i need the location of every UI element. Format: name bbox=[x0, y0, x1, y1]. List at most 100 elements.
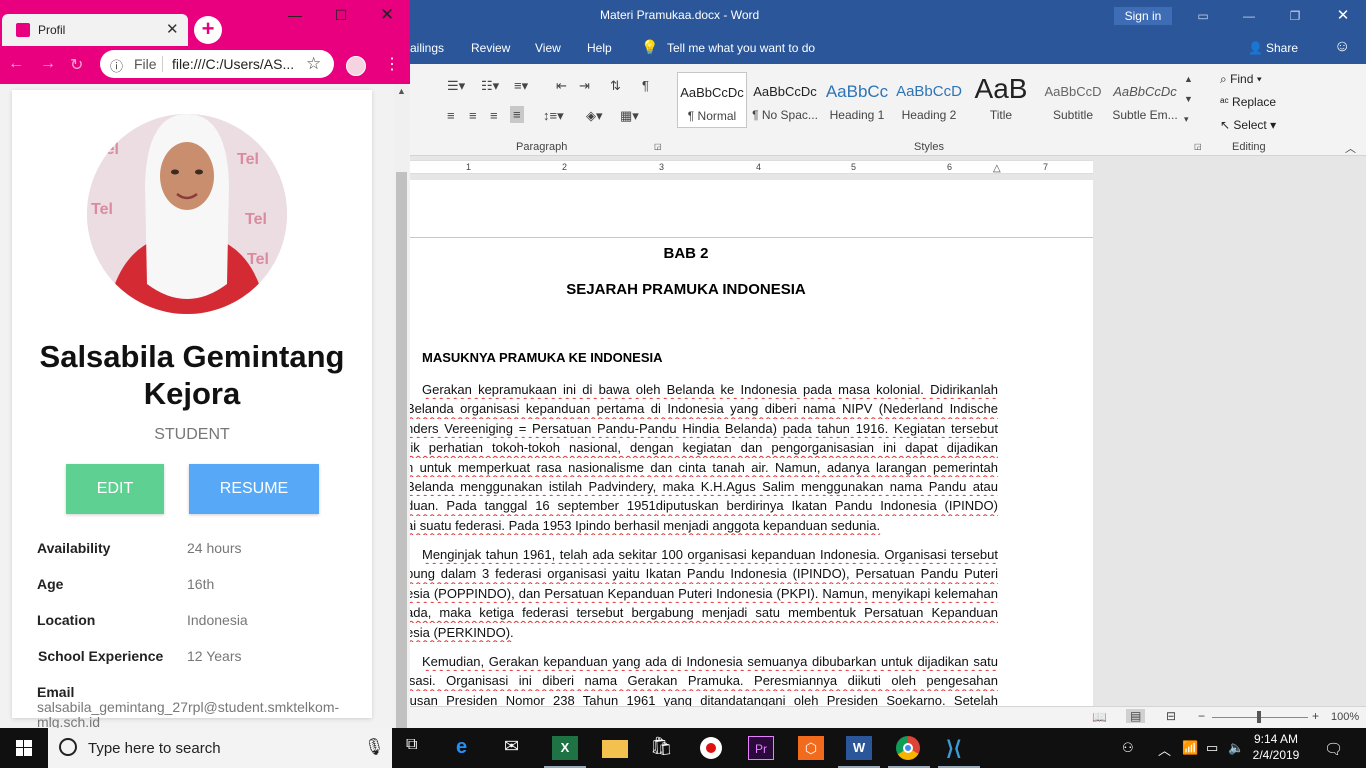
resume-button[interactable]: RESUME bbox=[189, 464, 319, 514]
maximize-button[interactable]: ☐ bbox=[318, 0, 364, 32]
horizontal-ruler[interactable]: 1 2 3 4 5 6 7 △ bbox=[410, 160, 1093, 174]
document-page[interactable]: BAB 2 SEJARAH PRAMUKA INDONESIA MASUKNYA… bbox=[410, 180, 1093, 706]
style-heading-1[interactable]: AaBbCc Heading 1 bbox=[822, 72, 892, 128]
scrollbar[interactable]: ▲ bbox=[394, 84, 409, 728]
vscode-icon[interactable]: ⟩⟨ bbox=[946, 736, 972, 760]
wifi-icon[interactable]: 📶 bbox=[1182, 740, 1198, 756]
store-icon[interactable]: 🛍 bbox=[650, 736, 676, 760]
style-name: Heading 1 bbox=[829, 108, 885, 122]
scrollbar-thumb[interactable] bbox=[396, 172, 407, 728]
align-center-icon[interactable]: ≡ bbox=[469, 108, 477, 123]
tab-title: Profil bbox=[38, 23, 66, 37]
align-left-icon[interactable]: ≡ bbox=[447, 108, 455, 123]
multilevel-list-icon[interactable]: ≡▾ bbox=[514, 78, 528, 94]
minimize-button[interactable]: — bbox=[1226, 0, 1272, 32]
forward-icon[interactable]: → bbox=[40, 55, 56, 73]
tab-view[interactable]: View bbox=[535, 41, 561, 55]
bullets-icon[interactable]: ☰▾ bbox=[447, 78, 465, 94]
zoom-level[interactable]: 100% bbox=[1331, 711, 1359, 723]
page-divider bbox=[410, 237, 1093, 238]
style-subtle-emphasis[interactable]: AaBbCcDc Subtle Em... bbox=[1110, 72, 1180, 128]
numbering-icon[interactable]: ☷▾ bbox=[481, 78, 499, 94]
close-tab-icon[interactable]: ✕ bbox=[166, 20, 179, 38]
edge-icon[interactable]: e bbox=[456, 736, 482, 760]
find-button[interactable]: ⌕ Find ▾ bbox=[1220, 72, 1262, 87]
ribbon-display-icon[interactable]: ▭ bbox=[1180, 0, 1226, 32]
close-button[interactable]: ✕ bbox=[1320, 0, 1366, 32]
url-text[interactable]: file:///C:/Users/AS... bbox=[172, 56, 294, 72]
style-normal[interactable]: AaBbCcDc ¶ Normal bbox=[677, 72, 747, 128]
word-icon[interactable]: W bbox=[846, 736, 872, 760]
chrome-icon[interactable] bbox=[896, 736, 920, 760]
tab-review[interactable]: Review bbox=[471, 41, 510, 55]
sign-in-button[interactable]: Sign in bbox=[1114, 7, 1172, 25]
address-bar[interactable]: ⓘ File file:///C:/Users/AS... ☆ bbox=[100, 50, 334, 78]
justify-icon[interactable]: ≡ bbox=[510, 106, 524, 123]
styles-launcher-icon[interactable]: ◲ bbox=[1194, 142, 1202, 151]
profile-avatar-icon[interactable] bbox=[346, 56, 366, 76]
share-button[interactable]: Share bbox=[1266, 41, 1298, 55]
show-hidden-icons[interactable]: ︿ bbox=[1158, 740, 1171, 759]
task-view-icon[interactable]: ⧉ bbox=[406, 736, 432, 760]
styles-scroll-up-icon[interactable]: ▲ bbox=[1184, 74, 1193, 84]
style-sample: AaBbCcD bbox=[1044, 84, 1102, 99]
collapse-ribbon-icon[interactable]: ︿ bbox=[1345, 140, 1356, 156]
smiley-icon[interactable]: ☺ bbox=[1334, 38, 1350, 56]
zoom-slider-thumb[interactable] bbox=[1257, 711, 1261, 723]
scroll-up-icon[interactable]: ▲ bbox=[397, 86, 406, 96]
sort-icon[interactable]: ⇅ bbox=[610, 78, 621, 94]
people-icon[interactable]: ⚇ bbox=[1122, 740, 1134, 756]
decrease-indent-icon[interactable]: ⇤ bbox=[556, 78, 567, 94]
new-tab-button[interactable]: + bbox=[194, 16, 222, 44]
style-title[interactable]: AaB Title bbox=[966, 72, 1036, 128]
bookmark-star-icon[interactable]: ☆ bbox=[306, 54, 321, 74]
read-mode-icon[interactable]: 📖 bbox=[1092, 710, 1107, 724]
web-layout-icon[interactable]: ⊟ bbox=[1166, 709, 1176, 723]
notifications-icon[interactable]: 🗨 bbox=[1324, 740, 1343, 758]
styles-more-icon[interactable]: ▾ bbox=[1184, 114, 1189, 125]
styles-scroll-down-icon[interactable]: ▼ bbox=[1184, 94, 1193, 104]
taskbar-search-box[interactable]: Type here to search 🎙 bbox=[48, 728, 392, 768]
chapter-title: SEJARAH PRAMUKA INDONESIA bbox=[566, 281, 806, 298]
excel-icon[interactable]: X bbox=[552, 736, 578, 760]
increase-indent-icon[interactable]: ⇥ bbox=[579, 78, 590, 94]
info-icon[interactable]: ⓘ bbox=[110, 56, 123, 75]
back-icon[interactable]: ← bbox=[8, 55, 24, 73]
word-window-title: Materi Pramukaa.docx - Word bbox=[600, 8, 760, 22]
premiere-icon[interactable]: Pr bbox=[748, 736, 774, 760]
restore-button[interactable]: ❐ bbox=[1272, 0, 1318, 32]
minimize-button[interactable]: — bbox=[272, 0, 318, 32]
shading-icon[interactable]: ◈▾ bbox=[586, 108, 603, 124]
replace-button[interactable]: ᵃᶜ Replace bbox=[1220, 95, 1276, 109]
menu-icon[interactable]: ⋮ bbox=[384, 54, 400, 74]
zoom-out-icon[interactable]: − bbox=[1198, 709, 1205, 723]
borders-icon[interactable]: ▦▾ bbox=[620, 108, 639, 124]
select-button[interactable]: ↖ Select ▾ bbox=[1220, 118, 1276, 132]
style-no-spacing[interactable]: AaBbCcDc ¶ No Spac... bbox=[750, 72, 820, 128]
tab-mailings[interactable]: ailings bbox=[410, 41, 444, 55]
clock[interactable]: 9:14 AM 2/4/2019 bbox=[1252, 731, 1300, 763]
microphone-icon[interactable]: 🎙 bbox=[364, 737, 384, 757]
mail-icon[interactable]: ✉ bbox=[504, 736, 530, 760]
style-subtitle[interactable]: AaBbCcD Subtitle bbox=[1038, 72, 1108, 128]
tell-me-box[interactable]: Tell me what you want to do bbox=[667, 41, 815, 55]
close-button[interactable]: ✕ bbox=[364, 0, 410, 32]
align-right-icon[interactable]: ≡ bbox=[490, 108, 498, 123]
recorder-icon[interactable] bbox=[700, 737, 722, 759]
line-spacing-icon[interactable]: ↕≡▾ bbox=[543, 108, 564, 124]
show-formatting-icon[interactable]: ¶ bbox=[642, 78, 649, 93]
paragraph-launcher-icon[interactable]: ◲ bbox=[654, 142, 662, 151]
edit-button[interactable]: EDIT bbox=[66, 464, 164, 514]
right-indent-marker-icon[interactable]: △ bbox=[993, 163, 1001, 174]
start-button[interactable] bbox=[0, 728, 48, 768]
browser-tab[interactable]: Profil ✕ bbox=[2, 14, 188, 46]
battery-icon[interactable]: ▭ bbox=[1206, 740, 1218, 756]
reload-icon[interactable]: ↻ bbox=[70, 55, 83, 75]
volume-icon[interactable]: 🔈 bbox=[1228, 740, 1244, 756]
style-heading-2[interactable]: AaBbCcD Heading 2 bbox=[894, 72, 964, 128]
app-icon[interactable]: ⬡ bbox=[798, 736, 824, 760]
file-explorer-icon[interactable] bbox=[602, 740, 628, 758]
zoom-in-icon[interactable]: + bbox=[1312, 709, 1319, 723]
print-layout-icon[interactable]: ▤ bbox=[1126, 709, 1146, 723]
tab-help[interactable]: Help bbox=[587, 41, 612, 55]
